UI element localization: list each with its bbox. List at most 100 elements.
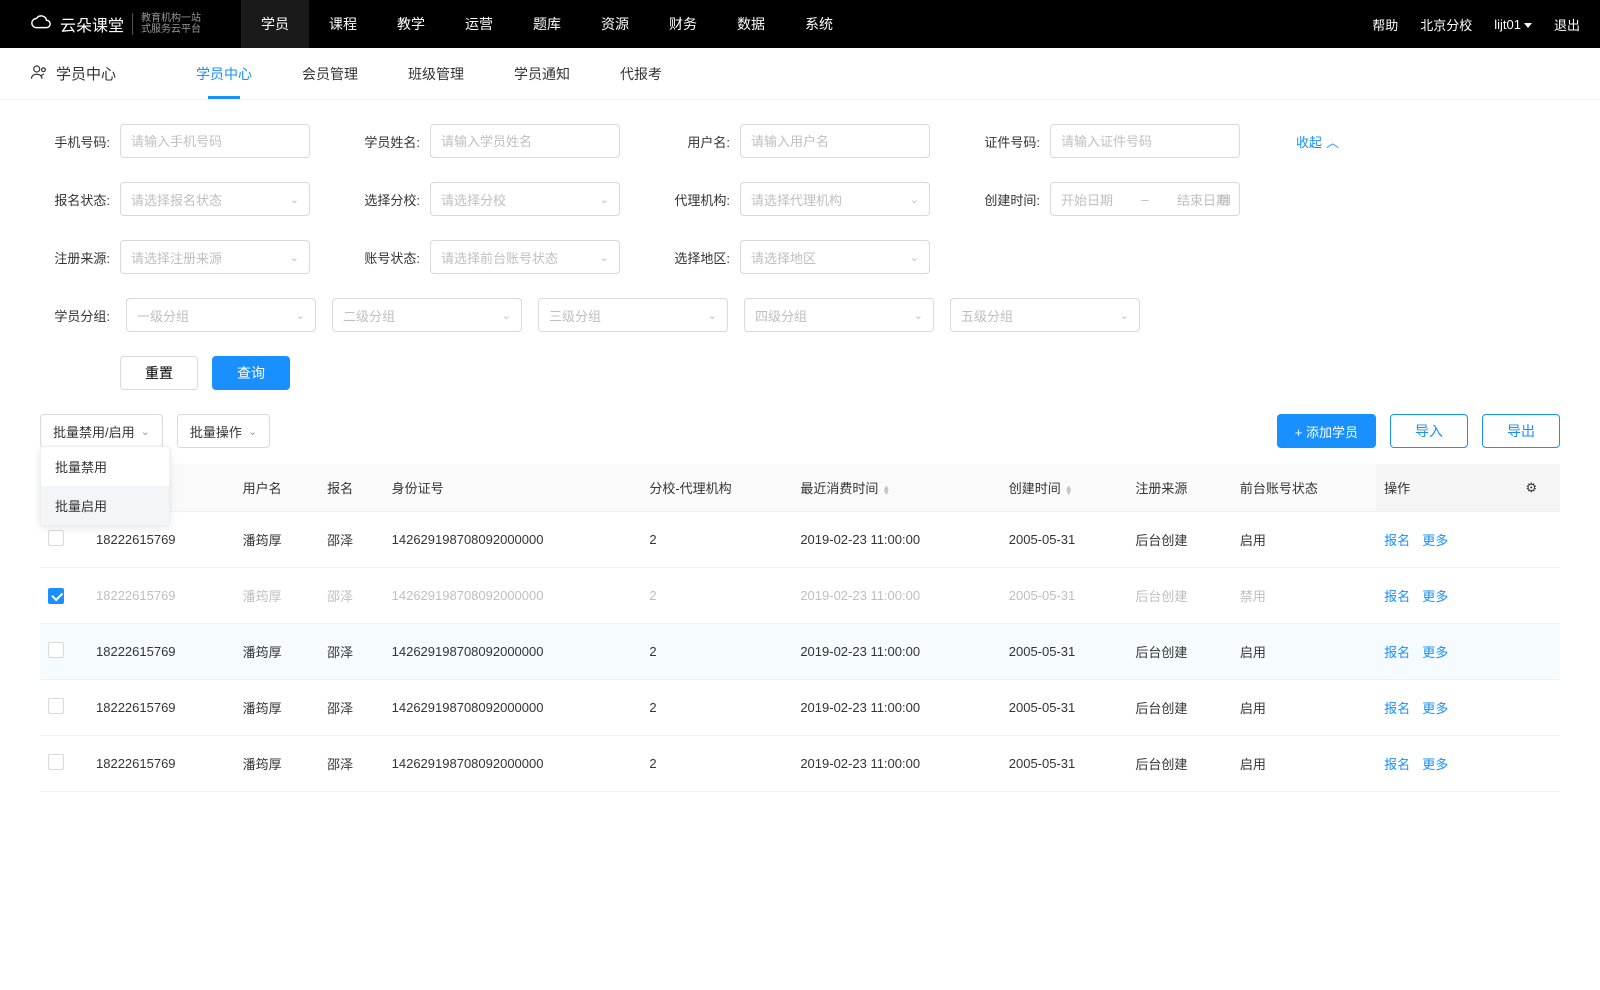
topnav-item-5[interactable]: 资源	[581, 0, 649, 48]
calendar-icon: ▤	[1219, 191, 1231, 207]
enroll-link[interactable]: 报名	[1384, 589, 1410, 604]
cell: 后台创建	[1127, 624, 1231, 680]
topnav-item-4[interactable]: 题库	[513, 0, 581, 48]
add-student-button[interactable]: + 添加学员	[1277, 414, 1376, 448]
row-checkbox[interactable]	[48, 754, 64, 770]
cell: 报名更多	[1376, 736, 1517, 792]
select-group-4[interactable]: 四级分组⌄	[744, 298, 934, 332]
chevron-down-icon: ⌄	[502, 309, 511, 322]
topnav-item-6[interactable]: 财务	[649, 0, 717, 48]
subnav-item-1[interactable]: 会员管理	[302, 48, 358, 99]
col-10: 操作	[1376, 464, 1517, 512]
label-acct: 账号状态:	[350, 248, 420, 267]
row-checkbox[interactable]	[48, 588, 64, 604]
cell	[1517, 624, 1560, 680]
input-name[interactable]	[430, 124, 620, 158]
input-user[interactable]	[740, 124, 930, 158]
topnav-item-8[interactable]: 系统	[785, 0, 853, 48]
cell: 2005-05-31	[1001, 624, 1128, 680]
cell: 142629198708092000000	[384, 512, 642, 568]
topnav-item-2[interactable]: 教学	[377, 0, 445, 48]
cell: 2005-05-31	[1001, 512, 1128, 568]
menu-item-disable[interactable]: 批量禁用	[41, 447, 169, 486]
input-idno[interactable]	[1050, 124, 1240, 158]
cell	[40, 680, 88, 736]
top-nav: 云朵课堂 教育机构一站式服务云平台 学员课程教学运营题库资源财务数据系统 帮助 …	[0, 0, 1600, 48]
enroll-link[interactable]: 报名	[1384, 757, 1410, 772]
filters: 手机号码: 学员姓名: 用户名: 证件号码: 收起︿ 报名状态:请选择报名状态⌄…	[0, 100, 1600, 398]
more-link[interactable]: 更多	[1422, 533, 1448, 548]
cell: 邵泽	[319, 680, 384, 736]
reset-button[interactable]: 重置	[120, 356, 198, 390]
row-checkbox[interactable]	[48, 698, 64, 714]
cell: 禁用	[1232, 568, 1376, 624]
more-link[interactable]: 更多	[1422, 589, 1448, 604]
cell: 启用	[1232, 624, 1376, 680]
label-idno: 证件号码:	[970, 132, 1040, 151]
cell: 2	[641, 736, 792, 792]
help-link[interactable]: 帮助	[1372, 15, 1398, 34]
select-source[interactable]: 请选择注册来源⌄	[120, 240, 310, 274]
col-7[interactable]: 创建时间▲▼	[1001, 464, 1128, 512]
bulk-ops-button[interactable]: 批量操作⌄	[177, 414, 270, 448]
more-link[interactable]: 更多	[1422, 645, 1448, 660]
cell: 2019-02-23 11:00:00	[792, 512, 1000, 568]
topnav-item-3[interactable]: 运营	[445, 0, 513, 48]
cell	[1517, 736, 1560, 792]
cell: 后台创建	[1127, 736, 1231, 792]
col-5: 分校-代理机构	[641, 464, 792, 512]
select-group-5[interactable]: 五级分组⌄	[950, 298, 1140, 332]
row-checkbox[interactable]	[48, 530, 64, 546]
bulk-toggle-menu: 批量禁用 批量启用	[40, 446, 170, 526]
more-link[interactable]: 更多	[1422, 757, 1448, 772]
import-button[interactable]: 导入	[1390, 414, 1468, 448]
cell: 后台创建	[1127, 568, 1231, 624]
select-acct[interactable]: 请选择前台账号状态⌄	[430, 240, 620, 274]
more-link[interactable]: 更多	[1422, 701, 1448, 716]
row-checkbox[interactable]	[48, 642, 64, 658]
label-branch: 选择分校:	[350, 190, 420, 209]
cell: 2019-02-23 11:00:00	[792, 568, 1000, 624]
bulk-toggle-button[interactable]: 批量禁用/启用⌄	[40, 414, 163, 448]
topnav-item-1[interactable]: 课程	[309, 0, 377, 48]
topnav-item-7[interactable]: 数据	[717, 0, 785, 48]
select-enroll[interactable]: 请选择报名状态⌄	[120, 182, 310, 216]
subnav-item-0[interactable]: 学员中心	[196, 48, 252, 99]
enroll-link[interactable]: 报名	[1384, 645, 1410, 660]
collapse-toggle[interactable]: 收起︿	[1296, 132, 1339, 151]
select-group-3[interactable]: 三级分组⌄	[538, 298, 728, 332]
enroll-link[interactable]: 报名	[1384, 701, 1410, 716]
select-agency[interactable]: 请选择代理机构⌄	[740, 182, 930, 216]
select-group-1[interactable]: 一级分组⌄	[126, 298, 316, 332]
col-6[interactable]: 最近消费时间▲▼	[792, 464, 1000, 512]
chevron-down-icon: ⌄	[1120, 309, 1129, 322]
branch-link[interactable]: 北京分校	[1420, 15, 1472, 34]
cell: 18222615769	[88, 624, 235, 680]
toolbar: 批量禁用/启用⌄ 批量操作⌄ 批量禁用 批量启用 + 添加学员 导入 导出	[0, 398, 1600, 464]
search-button[interactable]: 查询	[212, 356, 290, 390]
subnav-item-4[interactable]: 代报考	[620, 48, 662, 99]
label-phone: 手机号码:	[40, 132, 110, 151]
select-group-2[interactable]: 二级分组⌄	[332, 298, 522, 332]
input-phone[interactable]	[120, 124, 310, 158]
subnav-items: 学员中心会员管理班级管理学员通知 代报考	[196, 48, 662, 99]
date-range[interactable]: 开始日期–结束日期▤	[1050, 182, 1240, 216]
cell: 启用	[1232, 736, 1376, 792]
grouping-row: 学员分组: 一级分组⌄二级分组⌄三级分组⌄四级分组⌄五级分组⌄	[40, 298, 1560, 332]
logout-link[interactable]: 退出	[1554, 15, 1580, 34]
enroll-link[interactable]: 报名	[1384, 533, 1410, 548]
user-menu[interactable]: lijt01	[1494, 17, 1532, 32]
select-branch[interactable]: 请选择分校⌄	[430, 182, 620, 216]
export-button[interactable]: 导出	[1482, 414, 1560, 448]
select-region[interactable]: 请选择地区⌄	[740, 240, 930, 274]
subnav-item-3[interactable]: 学员通知	[514, 48, 570, 99]
menu-item-enable[interactable]: 批量启用	[41, 486, 169, 525]
cell	[40, 624, 88, 680]
cell: 2019-02-23 11:00:00	[792, 736, 1000, 792]
label-name: 学员姓名:	[350, 132, 420, 151]
cell: 潘筠厚	[235, 624, 319, 680]
gear-icon[interactable]: ⚙	[1517, 464, 1560, 512]
topnav-item-0[interactable]: 学员	[241, 0, 309, 48]
col-2: 用户名	[235, 464, 319, 512]
subnav-item-2[interactable]: 班级管理	[408, 48, 464, 99]
